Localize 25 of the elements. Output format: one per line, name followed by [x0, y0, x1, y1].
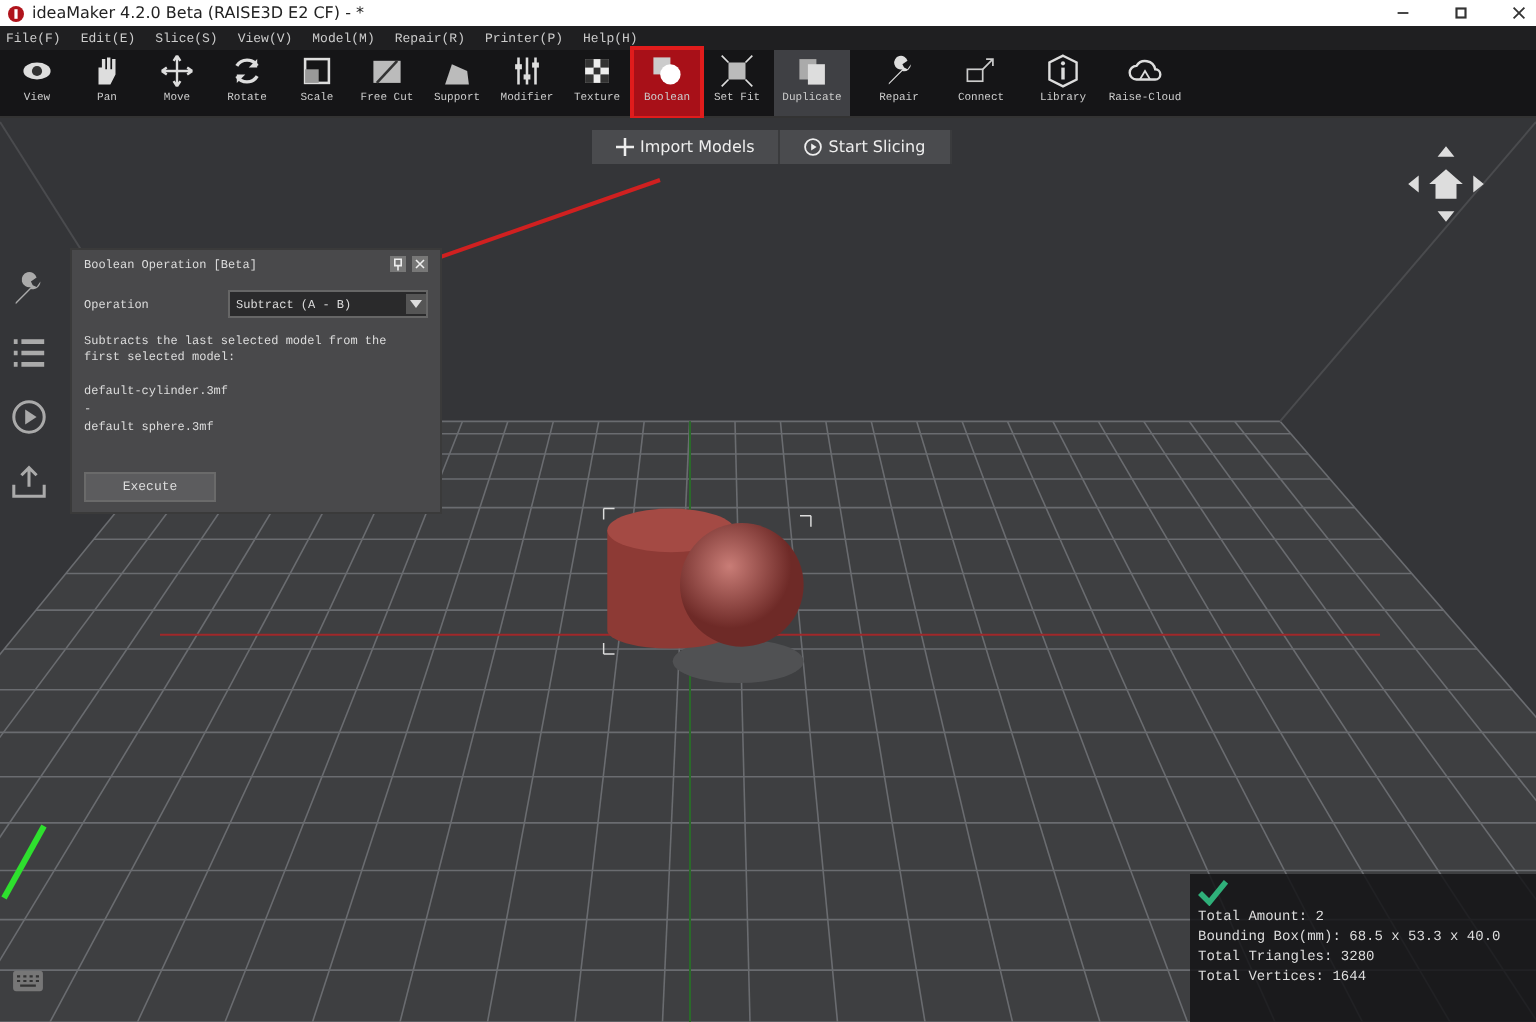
import-models-button[interactable]: Import Models	[592, 130, 781, 164]
y-axis-line	[0, 822, 48, 902]
upload-icon[interactable]	[9, 462, 47, 500]
pin-icon[interactable]	[390, 256, 406, 272]
view-navigation-icon	[1404, 142, 1488, 226]
list-icon[interactable]	[9, 334, 47, 372]
play-circle-icon[interactable]	[9, 398, 47, 436]
sliders-icon	[510, 54, 544, 88]
connect-icon	[964, 54, 998, 88]
rotate-icon	[230, 54, 264, 88]
window-title: ideaMaker 4.2.0 Beta (RAISE3D E2 CF) - *	[32, 4, 365, 22]
app-logo-icon	[8, 5, 24, 21]
shapes-icon	[650, 54, 684, 88]
maximize-icon[interactable]	[1452, 4, 1470, 22]
plus-icon	[616, 138, 634, 156]
scale-icon	[300, 54, 334, 88]
copy-icon	[795, 54, 829, 88]
move-arrows-icon	[160, 54, 194, 88]
play-circle-icon	[804, 138, 823, 156]
keyboard-icon[interactable]	[12, 970, 44, 992]
fit-icon	[720, 54, 754, 88]
close-icon[interactable]	[1510, 4, 1528, 22]
caret-icon	[406, 294, 426, 314]
start-slicing-button[interactable]: Start Slicing	[780, 130, 952, 164]
info-icon	[1046, 54, 1080, 88]
